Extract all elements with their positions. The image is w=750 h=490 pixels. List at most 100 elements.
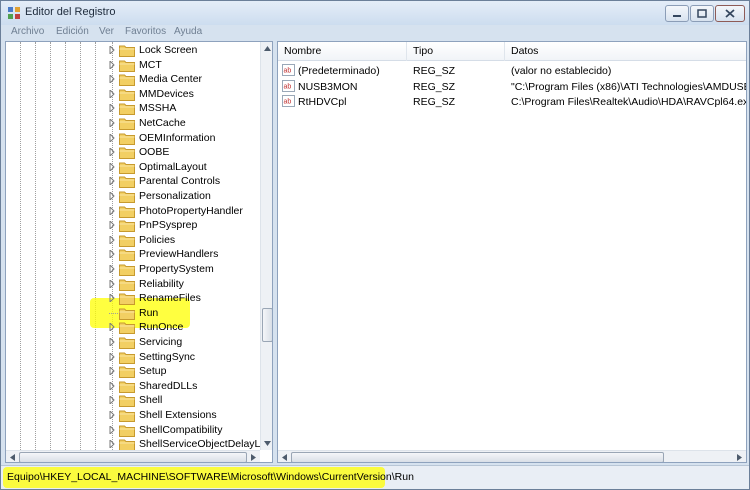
scroll-left-button[interactable]: [6, 451, 19, 462]
list-row[interactable]: ab (Predeterminado) REG_SZ (valor no establ…: [278, 63, 746, 78]
tree-item-label: Policies: [139, 233, 176, 246]
expand-arrow-icon[interactable]: [108, 425, 116, 434]
menu-archivo[interactable]: Archivo: [11, 26, 44, 37]
tree-item[interactable]: OEMInformation: [6, 131, 260, 146]
tree-item[interactable]: Lock Screen: [6, 43, 260, 58]
tree-connector: [109, 312, 118, 314]
list-scroll-left-button[interactable]: [278, 451, 291, 462]
expand-arrow-icon[interactable]: [108, 119, 116, 127]
tree-item-label: Lock Screen: [139, 44, 198, 56]
expand-arrow-icon[interactable]: [108, 148, 116, 157]
expand-arrow-icon[interactable]: [108, 294, 116, 303]
folder-icon: [119, 395, 135, 408]
title-bar[interactable]: Editor del Registro: [1, 1, 749, 25]
expand-arrow-icon[interactable]: [108, 411, 116, 419]
tree-item[interactable]: PnPSysprep: [6, 218, 260, 233]
tree-scroll-thumb[interactable]: [262, 308, 272, 342]
tree-item[interactable]: ShellServiceObjectDelayLoad: [6, 437, 260, 450]
expand-arrow-icon[interactable]: [108, 440, 116, 449]
expand-arrow-icon[interactable]: [108, 381, 116, 390]
tree-item[interactable]: Parental Controls: [6, 174, 260, 189]
expand-arrow-icon[interactable]: [108, 133, 116, 142]
tree-item[interactable]: Shell: [6, 393, 260, 408]
expand-arrow-icon[interactable]: [108, 177, 116, 186]
tree-item[interactable]: ShellCompatibility: [6, 423, 260, 438]
menu-favoritos[interactable]: Favoritos: [125, 26, 166, 37]
column-header-tipo[interactable]: Tipo: [407, 42, 505, 61]
maximize-button[interactable]: [690, 5, 714, 22]
tree-item[interactable]: OOBE: [6, 145, 260, 160]
expand-arrow-icon[interactable]: [108, 206, 116, 215]
expand-arrow-icon[interactable]: [108, 235, 116, 244]
tree-item[interactable]: MMDevices: [6, 87, 260, 102]
folder-icon: [119, 366, 135, 379]
tree-item[interactable]: NetCache: [6, 116, 260, 131]
column-header-datos[interactable]: Datos: [505, 42, 746, 61]
folder-icon: [119, 352, 135, 364]
tree-item-label: Run: [139, 306, 159, 319]
expand-arrow-icon[interactable]: [108, 396, 116, 405]
list-row[interactable]: ab NUSB3MON REG_SZ "C:\Program Files (x86)\…: [278, 79, 746, 94]
tree-item[interactable]: RunOnce: [6, 320, 260, 335]
tree-item[interactable]: Shell Extensions: [6, 408, 260, 423]
expand-arrow-icon[interactable]: [108, 46, 116, 54]
expand-arrow-icon[interactable]: [108, 162, 116, 171]
registry-tree[interactable]: Lock Screen MCT Media Center MMDevices MSSHA…: [5, 41, 273, 463]
tree-hscroll-thumb[interactable]: [19, 452, 247, 462]
tree-item[interactable]: SharedDLLs: [6, 379, 260, 394]
close-button[interactable]: [715, 5, 745, 22]
expand-arrow-icon[interactable]: [108, 60, 116, 69]
expand-arrow-icon[interactable]: [108, 323, 116, 332]
tree-horizontal-scrollbar[interactable]: [6, 450, 260, 462]
tree-item[interactable]: SettingSync: [6, 350, 260, 365]
expand-arrow-icon[interactable]: [108, 265, 116, 273]
tree-item[interactable]: OptimalLayout: [6, 160, 260, 175]
tree-item[interactable]: PhotoPropertyHandler: [6, 204, 260, 219]
scroll-down-button[interactable]: [261, 437, 272, 450]
tree-item[interactable]: Policies: [6, 233, 260, 248]
folder-icon: [119, 410, 135, 422]
tree-item[interactable]: MCT: [6, 58, 260, 73]
folder-icon: [119, 133, 135, 145]
tree-item-label: Reliability: [139, 277, 184, 290]
scroll-right-button[interactable]: [247, 451, 260, 462]
expand-arrow-icon[interactable]: [108, 338, 116, 346]
tree-item[interactable]: Personalization: [6, 189, 260, 204]
expand-arrow-icon[interactable]: [108, 367, 116, 376]
tree-item[interactable]: Reliability: [6, 277, 260, 292]
value-data: C:\Program Files\Realtek\Audio\HDA\RAVCp…: [511, 96, 747, 108]
expand-arrow-icon[interactable]: [108, 89, 116, 98]
expand-arrow-icon[interactable]: [108, 75, 116, 84]
value-name: (Predeterminado): [298, 65, 380, 77]
values-list[interactable]: Nombre Tipo Datos ab (Predeterminado) REG_…: [277, 41, 747, 463]
tree-vertical-scrollbar[interactable]: [260, 42, 272, 450]
menu-ver[interactable]: Ver: [99, 26, 114, 37]
tree-item-label: PropertySystem: [139, 263, 214, 275]
list-row[interactable]: ab RtHDVCpl REG_SZ C:\Program Files\Realtek…: [278, 94, 747, 109]
expand-arrow-icon[interactable]: [108, 221, 116, 230]
tree-item[interactable]: Servicing: [6, 335, 260, 350]
tree-item[interactable]: MSSHA: [6, 101, 260, 116]
folder-icon: [119, 425, 135, 437]
scroll-up-button[interactable]: [261, 42, 272, 55]
tree-item[interactable]: Media Center: [6, 72, 260, 87]
close-icon: [725, 9, 735, 18]
tree-item[interactable]: RenameFiles: [6, 291, 260, 306]
expand-arrow-icon[interactable]: [108, 250, 116, 259]
list-hscroll-thumb[interactable]: [291, 452, 664, 462]
tree-item[interactable]: PropertySystem: [6, 262, 260, 277]
minimize-button[interactable]: [665, 5, 689, 22]
tree-item[interactable]: Setup: [6, 364, 260, 379]
expand-arrow-icon[interactable]: [108, 279, 116, 288]
tree-item[interactable]: Run: [6, 306, 260, 321]
expand-arrow-icon[interactable]: [108, 104, 116, 113]
list-scroll-right-button[interactable]: [733, 451, 746, 462]
menu-edicion[interactable]: Edición: [56, 26, 89, 37]
value-type: REG_SZ: [413, 80, 456, 93]
menu-ayuda[interactable]: Ayuda: [174, 26, 202, 37]
list-horizontal-scrollbar[interactable]: [278, 450, 746, 462]
column-header-nombre[interactable]: Nombre: [278, 42, 407, 61]
tree-item[interactable]: PreviewHandlers: [6, 247, 260, 262]
expand-arrow-icon[interactable]: [108, 192, 116, 200]
expand-arrow-icon[interactable]: [108, 352, 116, 361]
